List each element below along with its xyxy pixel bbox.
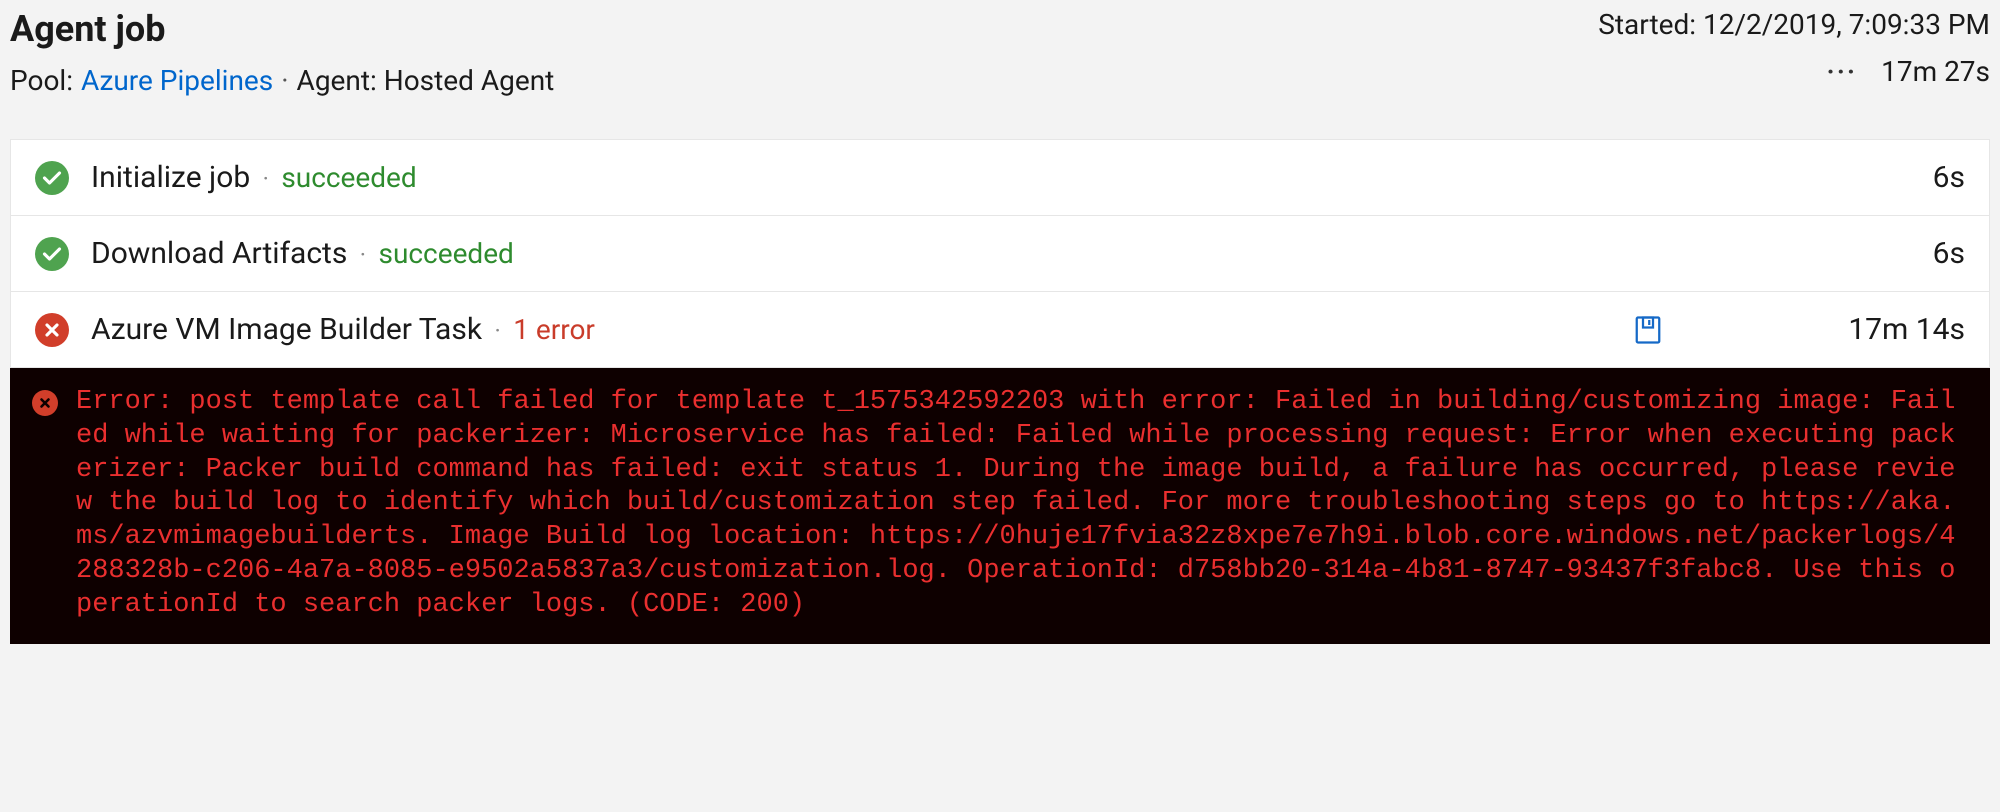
- error-message-text: Error: post template call failed for tem…: [76, 386, 1956, 622]
- error-log-panel: Error: post template call failed for tem…: [10, 368, 1990, 644]
- started-timestamp: Started: 12/2/2019, 7:09:33 PM: [1598, 8, 1990, 41]
- step-duration: 6s: [1825, 236, 1965, 271]
- step-row[interactable]: Download Artifacts · succeeded 6s: [11, 216, 1989, 292]
- error-icon: [32, 390, 58, 416]
- more-actions-button[interactable]: ···: [1827, 55, 1858, 88]
- success-icon: [35, 161, 69, 195]
- step-row[interactable]: Azure VM Image Builder Task · 1 error 17…: [11, 292, 1989, 367]
- job-header-right: Started: 12/2/2019, 7:09:33 PM ··· 17m 2…: [1598, 8, 1990, 88]
- job-header: Agent job Pool: Azure Pipelines · Agent:…: [0, 0, 2000, 121]
- job-meta-row: Pool: Azure Pipelines · Agent: Hosted Ag…: [10, 64, 554, 97]
- step-name: Azure VM Image Builder Task: [91, 312, 482, 347]
- step-title-group: Azure VM Image Builder Task · 1 error: [91, 312, 595, 347]
- step-name: Initialize job: [91, 160, 250, 195]
- pool-link[interactable]: Azure Pipelines: [81, 64, 273, 97]
- step-row[interactable]: Initialize job · succeeded 6s: [11, 140, 1989, 216]
- separator-dot: ·: [281, 64, 288, 97]
- success-icon: [35, 237, 69, 271]
- duration-row: ··· 17m 27s: [1827, 55, 1990, 88]
- error-icon: [35, 313, 69, 347]
- separator-dot: ·: [360, 241, 366, 269]
- step-title-group: Initialize job · succeeded: [91, 160, 417, 195]
- step-duration: 17m 14s: [1825, 312, 1965, 347]
- steps-list: Initialize job · succeeded 6s Download A…: [10, 139, 1990, 368]
- step-status-label: 1 error: [513, 313, 595, 346]
- disk-icon[interactable]: [1633, 315, 1663, 345]
- total-duration: 17m 27s: [1881, 55, 1990, 88]
- pool-label: Pool:: [10, 64, 73, 97]
- step-status-label: succeeded: [379, 237, 514, 270]
- separator-dot: ·: [263, 165, 269, 193]
- page-title: Agent job: [10, 8, 554, 50]
- step-name: Download Artifacts: [91, 236, 347, 271]
- agent-label: Agent: Hosted Agent: [297, 64, 555, 97]
- separator-dot: ·: [495, 317, 501, 345]
- step-duration: 6s: [1825, 160, 1965, 195]
- job-header-left: Agent job Pool: Azure Pipelines · Agent:…: [10, 8, 554, 97]
- step-status-label: succeeded: [281, 161, 416, 194]
- step-title-group: Download Artifacts · succeeded: [91, 236, 514, 271]
